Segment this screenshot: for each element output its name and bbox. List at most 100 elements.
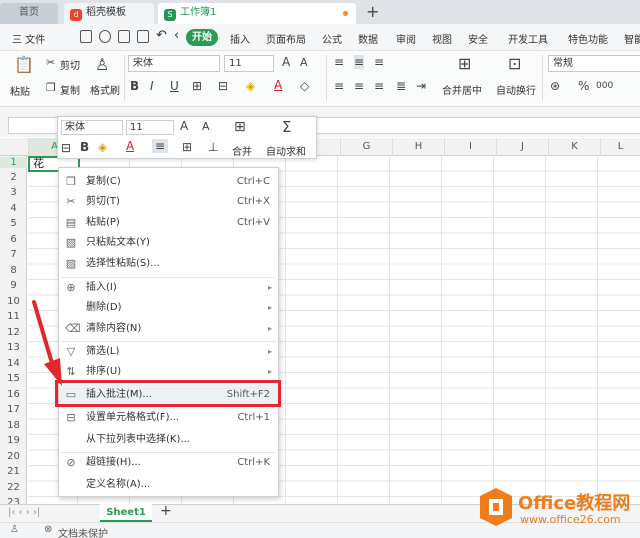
menu-smart[interactable]: 智能	[624, 31, 640, 46]
menu-item-cut[interactable]: ✂ 剪切(T) Ctrl+X	[59, 192, 278, 212]
row-header[interactable]: 18	[0, 420, 27, 431]
merge-center-button[interactable]: 合并居中	[442, 82, 482, 97]
undo-history-icon[interactable]	[99, 30, 111, 43]
merge-icon[interactable]: ⊟	[218, 79, 228, 93]
undo-icon[interactable]: ↶	[156, 28, 167, 43]
align-center-icon[interactable]: ≡	[354, 79, 364, 93]
format-painter-icon[interactable]: ♙	[95, 55, 109, 74]
cut-button[interactable]: 剪切	[60, 57, 80, 72]
menu-item-delete[interactable]: 删除(D) ▸	[59, 298, 278, 318]
row-header[interactable]: 21	[0, 466, 27, 477]
menu-formula[interactable]: 公式	[322, 31, 342, 46]
align-top-icon[interactable]: ≡	[334, 55, 344, 69]
sum-icon[interactable]: Σ	[282, 118, 291, 136]
mini-border-icon[interactable]: ⊞	[182, 140, 192, 154]
align-bottom-icon[interactable]: ≡	[374, 55, 384, 69]
file-menu[interactable]: 三 文件	[12, 31, 45, 46]
formula-input[interactable]	[290, 117, 640, 134]
shrink-font-icon[interactable]: A	[300, 56, 308, 69]
menu-item-format-cells[interactable]: ⊟ 设置单元格格式(F)... Ctrl+1	[59, 408, 278, 428]
row-header[interactable]: 16	[0, 389, 27, 400]
mini-grow-font-icon[interactable]: A	[180, 119, 188, 133]
sheet-nav-icons[interactable]: |‹ ‹ › ›|	[8, 507, 40, 518]
mini-fill-color-icon[interactable]: ◈	[98, 140, 107, 154]
redo-icon[interactable]: ‹	[174, 28, 179, 43]
menu-item-paste-special[interactable]: ▨ 选择性粘贴(S)...	[59, 254, 278, 274]
mini-autosum-button[interactable]: 自动求和	[266, 143, 306, 158]
font-size-select[interactable]: 11	[224, 55, 274, 72]
mini-shrink-font-icon[interactable]: A	[202, 120, 210, 133]
row-header[interactable]: 6	[0, 234, 27, 245]
sheet-tab-sheet1[interactable]: Sheet1	[100, 504, 152, 522]
row-header[interactable]: 7	[0, 249, 27, 260]
align-left-icon[interactable]: ≡	[334, 79, 344, 93]
menu-security[interactable]: 安全	[468, 31, 488, 46]
save-icon[interactable]	[80, 30, 92, 43]
row-header[interactable]: 17	[0, 404, 27, 415]
row-header[interactable]: 5	[0, 218, 27, 229]
row-header[interactable]: 22	[0, 482, 27, 493]
mini-bold-icon[interactable]: B	[80, 140, 89, 154]
mini-merge-icon[interactable]: ⊞	[234, 119, 246, 135]
underline-icon[interactable]: U	[170, 79, 179, 93]
menu-start[interactable]: 开始	[186, 29, 218, 46]
italic-icon[interactable]: I	[150, 79, 154, 93]
mini-merge-button[interactable]: 合并	[232, 143, 252, 158]
menu-item-paste-text[interactable]: ▧ 只粘贴文本(Y)	[59, 233, 278, 253]
menu-features[interactable]: 特色功能	[568, 31, 608, 46]
copy-icon[interactable]: ❐	[46, 81, 56, 94]
menu-review[interactable]: 审阅	[396, 31, 416, 46]
menu-item-sort[interactable]: ⇅ 排序(U) ▸	[59, 362, 278, 382]
menu-item-insert[interactable]: ⊕ 插入(I) ▸	[59, 278, 278, 298]
menu-view[interactable]: 视图	[432, 31, 452, 46]
column-header[interactable]: I	[444, 138, 496, 156]
menu-item-define-name[interactable]: 定义名称(A)...	[59, 475, 278, 495]
paste-icon[interactable]: 📋	[14, 55, 34, 74]
merge-center-icon[interactable]: ⊞	[458, 54, 471, 73]
row-header[interactable]: 13	[0, 342, 27, 353]
number-format-select[interactable]: 常规	[548, 55, 640, 72]
justify-icon[interactable]: ≣	[396, 79, 406, 93]
new-tab-button[interactable]: +	[366, 2, 379, 21]
row-header[interactable]: 9	[0, 280, 27, 291]
row-header[interactable]: 19	[0, 435, 27, 446]
tab-templates[interactable]: d 稻壳模板	[64, 3, 154, 24]
mini-font-name-select[interactable]: 宋体	[61, 120, 123, 135]
print-icon[interactable]	[118, 30, 130, 43]
menu-item-clear[interactable]: ⌫ 清除内容(N) ▸	[59, 319, 278, 339]
mini-font-size-select[interactable]: 11	[126, 120, 174, 135]
font-color-icon[interactable]: A	[274, 78, 282, 92]
currency-icon[interactable]: ⊛	[550, 79, 560, 93]
row-header[interactable]: 10	[0, 296, 27, 307]
thousands-icon[interactable]: 000	[596, 81, 613, 91]
column-header[interactable]: G	[340, 138, 392, 156]
column-header[interactable]: L	[600, 138, 640, 156]
row-header[interactable]: 15	[0, 373, 27, 384]
tab-workbook[interactable]: S 工作簿1	[158, 3, 356, 24]
row-header[interactable]: 3	[0, 187, 27, 198]
menu-item-copy[interactable]: ❐ 复制(C) Ctrl+C	[59, 172, 278, 192]
mini-align-icon[interactable]: ≡	[152, 139, 169, 153]
column-header[interactable]: J	[496, 138, 548, 156]
row-header[interactable]: 1	[0, 157, 27, 168]
menu-item-pick-from-list[interactable]: 从下拉列表中选择(K)...	[59, 430, 278, 450]
tab-home[interactable]: 首页	[0, 3, 58, 24]
indent-icon[interactable]: ⇥	[416, 79, 426, 93]
add-sheet-button[interactable]: +	[160, 503, 172, 519]
font-name-select[interactable]: 宋体	[128, 55, 220, 72]
menu-developer[interactable]: 开发工具	[508, 31, 548, 46]
row-header[interactable]: 14	[0, 358, 27, 369]
scissors-icon[interactable]: ✂	[46, 56, 55, 69]
border-icon[interactable]: ⊞	[192, 79, 202, 93]
row-header[interactable]: 11	[0, 311, 27, 322]
bold-icon[interactable]: B	[130, 79, 139, 93]
print-preview-icon[interactable]	[137, 30, 149, 43]
format-painter-button[interactable]: 格式刷	[90, 82, 120, 97]
column-header[interactable]: H	[392, 138, 444, 156]
percent-icon[interactable]: %	[578, 79, 589, 93]
mini-format-icon[interactable]: ⊟	[61, 141, 71, 155]
column-header[interactable]: K	[548, 138, 600, 156]
fill-color-icon[interactable]: ◈	[246, 79, 255, 93]
align-right-icon[interactable]: ≡	[374, 79, 384, 93]
macro-icon[interactable]: ♙	[10, 524, 19, 535]
